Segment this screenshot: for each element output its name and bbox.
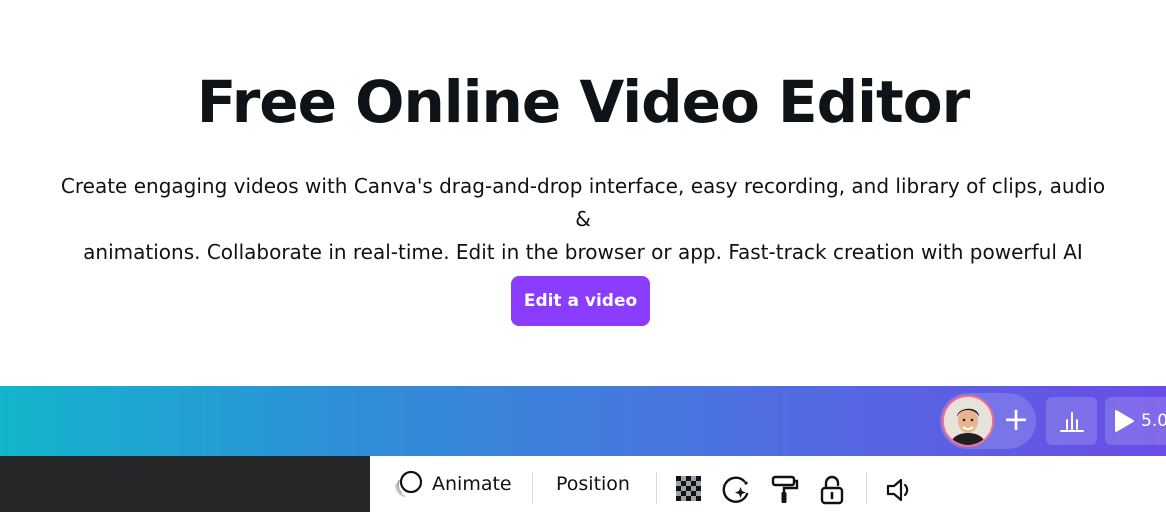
toolbar-divider: [656, 472, 657, 504]
animate-button[interactable]: Animate: [394, 470, 512, 498]
position-button[interactable]: Position: [556, 470, 630, 498]
analytics-icon: [1059, 412, 1084, 432]
edit-video-button[interactable]: Edit a video: [511, 276, 650, 326]
play-icon: [1115, 410, 1134, 432]
play-duration-label: 5.0: [1141, 411, 1166, 431]
volume-icon[interactable]: [884, 474, 916, 506]
hero-description-line-1: Create engaging videos with Canva's drag…: [60, 174, 1106, 231]
play-button[interactable]: 5.0: [1105, 397, 1166, 445]
position-label: Position: [556, 473, 630, 495]
effects-icon[interactable]: [720, 474, 752, 506]
collaborators-group: +: [940, 393, 1036, 449]
paint-roller-icon[interactable]: [768, 474, 800, 506]
animate-icon: [395, 470, 423, 497]
toolbar-divider: [532, 472, 533, 504]
lock-icon[interactable]: [816, 474, 848, 506]
analytics-button[interactable]: [1046, 397, 1097, 445]
editor-preview-banner: + 5.0: [0, 386, 1166, 456]
add-collaborator-button[interactable]: +: [998, 401, 1034, 437]
transparency-icon[interactable]: [674, 474, 706, 506]
animate-label: Animate: [432, 473, 512, 495]
editor-toolbar: Animate Position: [370, 456, 1166, 512]
avatar[interactable]: [942, 395, 994, 447]
toolbar-divider: [866, 472, 867, 504]
editor-sidebar: [0, 456, 370, 512]
page-title: Free Online Video Editor: [196, 68, 970, 136]
